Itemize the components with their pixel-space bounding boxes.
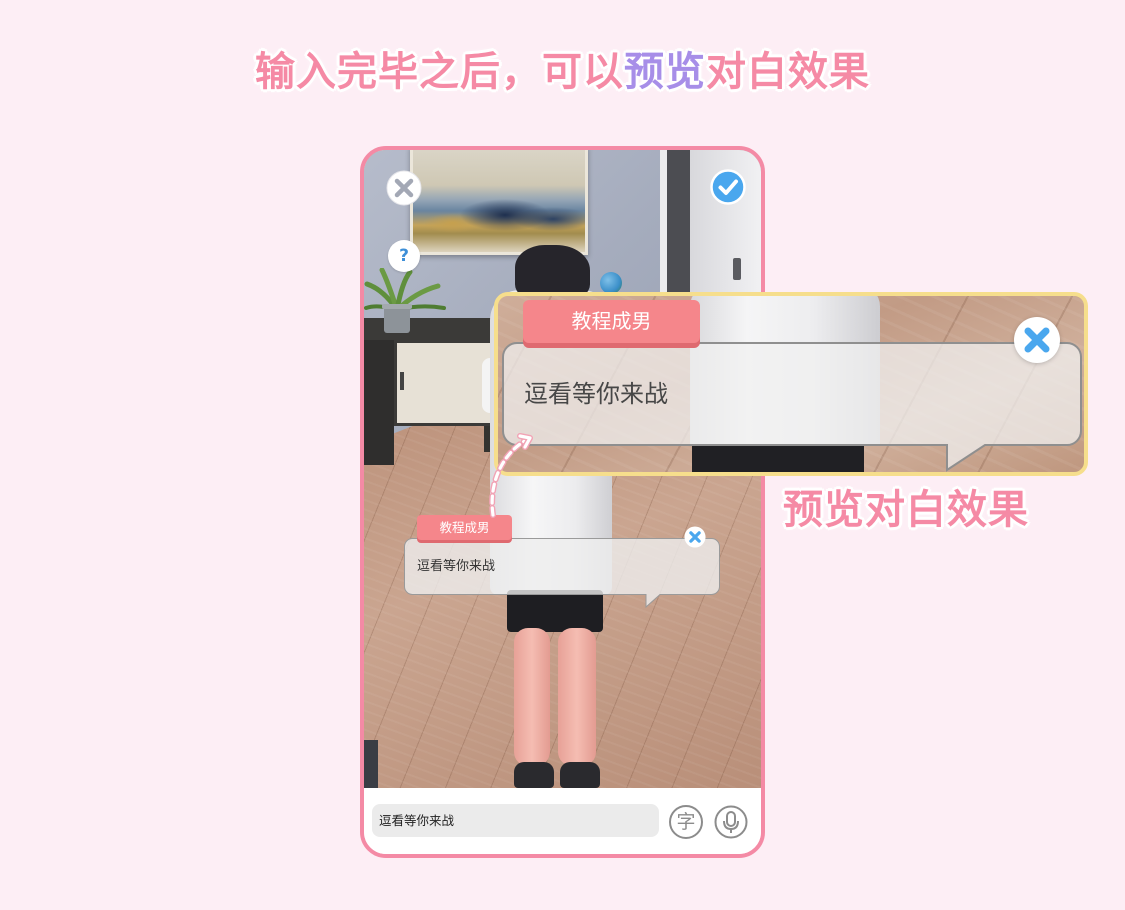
- cabinet-handle: [400, 372, 404, 390]
- title-text-before: 输入完毕之后，可以: [255, 49, 624, 95]
- dialog-input-field[interactable]: 逗看等你来战: [372, 804, 659, 837]
- input-value: 逗看等你来战: [379, 813, 455, 828]
- character-right-leg: [558, 628, 596, 766]
- phone-screen: ? 逗看等你来战 教程成男 逗看等你来战 字: [360, 146, 765, 858]
- door-edge: [667, 150, 690, 298]
- close-icon: [386, 170, 422, 206]
- tutorial-title: 输入完毕之后，可以预览对白效果: [0, 47, 1125, 97]
- potted-plant: [364, 268, 446, 333]
- zoomed-speaker-tag: 教程成男: [523, 300, 700, 343]
- character-left-leg: [514, 628, 550, 766]
- door-trim: [660, 150, 667, 300]
- check-icon: [710, 169, 746, 205]
- wall-painting: [410, 150, 588, 255]
- exit-button[interactable]: [386, 170, 422, 206]
- desk-globe: [600, 272, 622, 294]
- text-style-label: 字: [676, 811, 696, 833]
- door-handle: [733, 258, 741, 280]
- close-icon: [1014, 317, 1060, 363]
- close-icon: [684, 526, 706, 548]
- confirm-button[interactable]: [710, 169, 746, 205]
- help-icon: ?: [399, 246, 409, 266]
- dialog-text: 逗看等你来战: [417, 559, 496, 574]
- character-left-shoe: [514, 762, 554, 788]
- dialog-bubble[interactable]: 逗看等你来战 教程成男: [404, 515, 724, 615]
- text-style-button[interactable]: 字: [669, 805, 703, 839]
- zoomed-delete-dialog-button[interactable]: [1013, 316, 1061, 364]
- preview-caption: 预览对白效果: [783, 487, 1029, 533]
- title-highlight: 预览: [624, 49, 706, 95]
- character-right-shoe: [560, 762, 600, 788]
- rug: [364, 740, 378, 788]
- voice-input-button[interactable]: [714, 805, 748, 839]
- dashed-arrow: [489, 433, 533, 518]
- microphone-icon: [714, 805, 748, 839]
- delete-dialog-button[interactable]: [684, 526, 706, 548]
- help-button[interactable]: ?: [388, 240, 420, 272]
- zoom-callout: 逗看等你来战 教程成男: [494, 292, 1088, 476]
- cabinet-side: [364, 340, 394, 465]
- input-bar: 逗看等你来战 字: [364, 788, 761, 854]
- title-text-after: 对白效果: [706, 49, 870, 95]
